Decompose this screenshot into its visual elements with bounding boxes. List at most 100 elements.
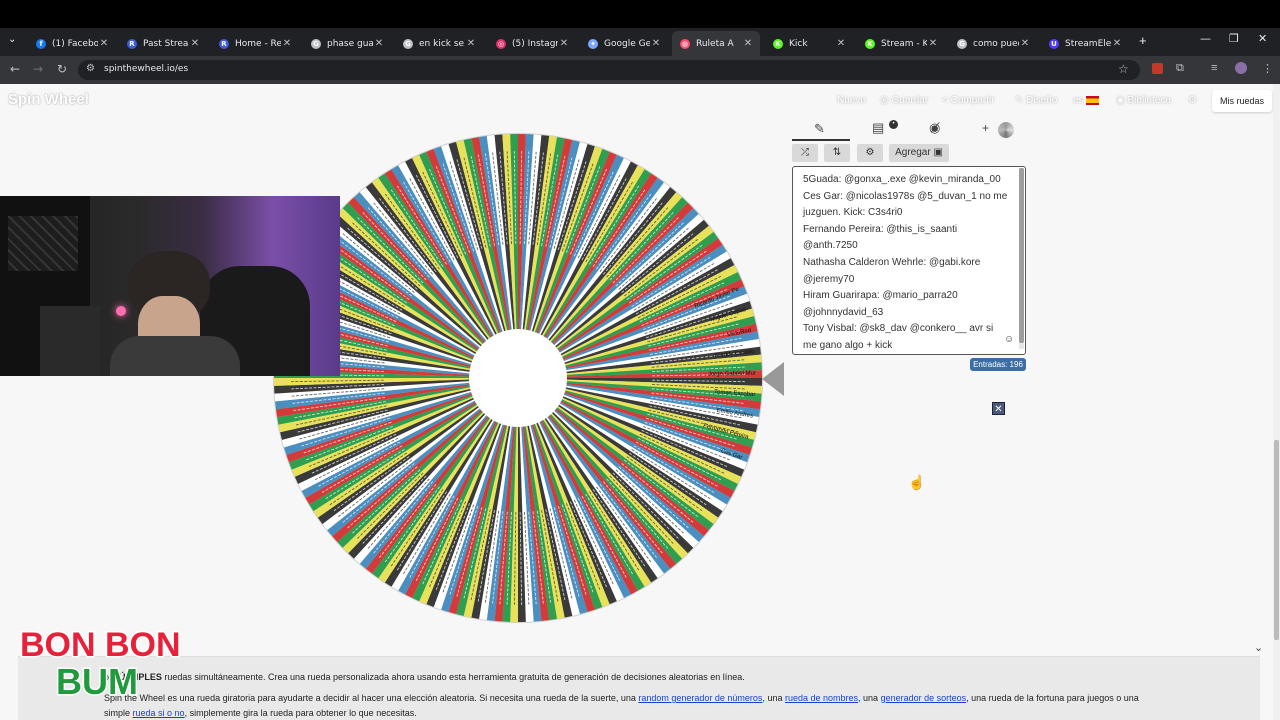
spain-flag-icon	[1086, 95, 1100, 105]
entry-line: Hiram Guarirapa: @mario_parra20	[803, 290, 958, 302]
tab-close-icon[interactable]: ✕	[465, 38, 477, 49]
tab-close-icon[interactable]: ✕	[98, 38, 110, 49]
tab-label: Home - Rest	[235, 38, 281, 49]
active-tab-underline	[792, 139, 850, 141]
tab-label: Ruleta A	[696, 38, 734, 49]
tab-favicon-icon: G	[957, 38, 967, 49]
browser-tab[interactable]: K Kick ✕	[765, 31, 853, 56]
tab-close-icon[interactable]: ✕	[927, 38, 939, 49]
tab-close-icon[interactable]: ✕	[835, 38, 847, 49]
browser-tab[interactable]: ◎ (5) Instagram✕	[488, 31, 576, 56]
raffle-generator-link[interactable]: generador de sorteos	[881, 693, 967, 703]
url-text[interactable]: spinthewheel.io/es	[104, 64, 188, 74]
tab-close-icon[interactable]: ✕	[1019, 38, 1031, 49]
add-wheel-button[interactable]: +	[982, 121, 989, 135]
shuffle-icon: ⤮	[801, 147, 809, 158]
tab-close-icon[interactable]: ✕	[650, 38, 662, 49]
window-maximize-button[interactable]: ❐	[1229, 32, 1239, 45]
back-arrow-icon[interactable]: ←	[10, 62, 20, 76]
bonbon-logo-line1: BON BON	[20, 626, 181, 664]
edit-pencil-icon[interactable]: ✎	[814, 121, 825, 137]
browser-tab[interactable]: K Stream - Kic✕	[857, 31, 945, 56]
nav-compartir[interactable]: < Compartir	[942, 95, 995, 106]
tab-favicon-icon: K	[773, 38, 783, 49]
profile-avatar[interactable]	[1235, 62, 1247, 74]
reload-icon[interactable]: ↻	[57, 62, 67, 76]
tab-label: (1) Facebook	[52, 38, 98, 49]
nav-language[interactable]: es	[1073, 95, 1100, 106]
extension-icon[interactable]	[1152, 63, 1163, 74]
tab-label: Past Stream	[143, 38, 189, 49]
bonbon-logo-line2: BUM	[56, 661, 138, 700]
emoji-icon[interactable]: ☺	[1004, 334, 1014, 345]
browser-tab[interactable]: ✦ Google Gem✕	[580, 31, 668, 56]
entries-count-badge: Entradas: 196	[970, 358, 1026, 371]
sort-button[interactable]: ⇅	[824, 144, 850, 162]
sort-icon: ⇅	[832, 147, 842, 158]
tab-close-icon[interactable]: ✕	[189, 38, 201, 49]
media-control-icon[interactable]: ≡	[1211, 62, 1217, 74]
entry-line: juzguen. Kick: C3s4ri0	[803, 207, 903, 219]
add-image-button[interactable]: Agregar ▣	[889, 144, 949, 162]
site-info-icon[interactable]: ⚙	[86, 63, 95, 74]
tab-close-icon[interactable]: ✕	[373, 38, 385, 49]
random-number-link[interactable]: random generador de números	[638, 693, 762, 703]
browser-tab[interactable]: Gcomo puedo✕	[949, 31, 1037, 56]
clipboard-icon[interactable]: ▤	[872, 120, 884, 136]
spin-wheel[interactable]: Ricardo Javier PeMiguel CopasVictoRedFre…	[272, 132, 764, 624]
entries-scroll-thumb[interactable]	[1019, 168, 1024, 343]
yes-no-wheel-link[interactable]: rueda si o no	[133, 708, 185, 718]
description-line-2: Spin the Wheel es una rueda giratoria pa…	[104, 693, 1139, 703]
advanced-button[interactable]: ⚙	[857, 144, 883, 162]
tab-favicon-icon: ✦	[588, 38, 598, 49]
chevron-down-icon[interactable]: ⌄	[1254, 641, 1263, 654]
tab-favicon-icon: ◍	[680, 38, 690, 49]
shuffle-button[interactable]: ⤮	[792, 144, 818, 162]
site-logo[interactable]: Spin Wheel	[8, 91, 89, 108]
tab-close-icon[interactable]: ✕	[1111, 38, 1123, 49]
window-minimize-button[interactable]: —	[1200, 32, 1211, 45]
tab-close-icon[interactable]: ✕	[281, 38, 293, 49]
browser-tab[interactable]: R Home - Rest✕	[211, 31, 299, 56]
wheel-thumbnail-icon[interactable]	[998, 122, 1014, 138]
browser-tab[interactable]: Gphase guard✕	[303, 31, 391, 56]
tab-favicon-icon: K	[865, 38, 875, 49]
wheel-center-hub[interactable]	[469, 329, 567, 427]
tab-close-icon[interactable]: ✕	[742, 38, 754, 49]
tab-label: phase guard	[327, 38, 373, 49]
entry-line: me gano algo + kick	[803, 339, 893, 351]
browser-tab[interactable]: Gen kick se p✕	[395, 31, 483, 56]
hide-eye-icon[interactable]: ◉̸	[929, 120, 940, 136]
nav-diseno[interactable]: ✎ Diseño	[1015, 95, 1057, 106]
tab-favicon-icon: R	[127, 38, 137, 49]
new-tab-button[interactable]: +	[1139, 33, 1147, 48]
nav-biblioteca[interactable]: ◉ Biblioteca	[1116, 95, 1171, 106]
close-button[interactable]: ✕	[992, 402, 1005, 415]
tab-favicon-icon: G	[403, 38, 413, 49]
share-icon: <	[942, 95, 951, 106]
browser-tab[interactable]: ◍ Ruleta A ✕	[672, 31, 760, 56]
entry-line: Nathasha Calderon Wehrle: @gabi.kore	[803, 256, 981, 268]
name-wheel-link[interactable]: rueda de nombres	[785, 693, 858, 703]
nav-nuevo[interactable]: Nuevo	[837, 95, 866, 106]
tab-search-chevron-icon[interactable]: ⌄	[8, 34, 16, 45]
settings-gear-icon[interactable]: ⚙	[1188, 95, 1197, 106]
browser-tab[interactable]: f (1) Facebook✕	[28, 31, 116, 56]
browser-tab[interactable]: U StreamElem✕	[1041, 31, 1129, 56]
omnibox[interactable]	[78, 60, 1140, 80]
forward-arrow-icon[interactable]: →	[33, 62, 43, 76]
tab-close-icon[interactable]: ✕	[558, 38, 570, 49]
window-close-button[interactable]: ✕	[1258, 32, 1267, 45]
browser-tab[interactable]: R Past Stream✕	[119, 31, 207, 56]
screen-top-strip	[0, 0, 1280, 28]
mis-ruedas-button[interactable]: Mis ruedas	[1212, 90, 1272, 112]
tab-label: (5) Instagram	[512, 38, 558, 49]
wheel-pointer	[762, 362, 784, 396]
entries-textarea[interactable]: 5Guada: @gonxa_.exe @kevin_miranda_00 Ces…	[792, 166, 1026, 355]
nav-guardar[interactable]: ◎ Guardar	[880, 95, 928, 106]
page-scrollbar-thumb[interactable]	[1274, 440, 1279, 640]
bookmark-star-icon[interactable]: ☆	[1118, 62, 1129, 76]
desk	[40, 306, 100, 376]
extensions-puzzle-icon[interactable]: ⧉	[1176, 62, 1184, 75]
browser-menu-icon[interactable]: ⋮	[1262, 62, 1273, 75]
